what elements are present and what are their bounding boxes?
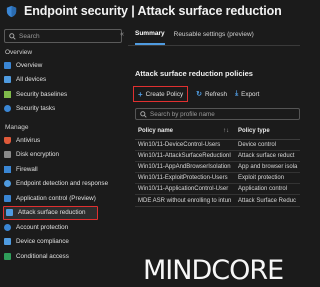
sidebar-item-label: Account protection <box>16 223 69 231</box>
policy-name-cell[interactable]: MDE ASR without enrolling to intun <box>135 194 235 207</box>
baseline-icon <box>4 90 11 98</box>
sidebar-item-label: Conditional access <box>16 252 69 260</box>
compliance-icon <box>4 238 11 246</box>
sidebar-item-all-devices[interactable]: All devices <box>0 73 126 88</box>
asr-icon <box>6 209 13 217</box>
toolbar: + Create Policy ↻ Refresh ⤓ Export <box>128 86 300 102</box>
policy-type-cell: Attack surface reduct <box>235 150 300 162</box>
tab-reusable-settings[interactable]: Reusable settings (preview) <box>174 25 254 44</box>
sidebar-item-firewall[interactable]: Firewall <box>0 162 126 177</box>
sidebar-item-device-compliance[interactable]: Device compliance <box>0 235 126 250</box>
search-icon <box>9 32 16 40</box>
sidebar-item-label: Attack surface reduction <box>18 209 86 217</box>
sidebar-item-overview[interactable]: Overview <box>0 58 126 73</box>
firewall-icon <box>4 165 11 173</box>
plus-icon: + <box>138 89 143 99</box>
collapse-sidebar-icon[interactable]: « <box>120 31 124 38</box>
create-policy-label: Create Policy <box>145 90 184 98</box>
column-header-label: Policy name <box>138 128 174 135</box>
title-bar: Endpoint security | Attack surface reduc… <box>0 0 300 22</box>
disk-encryption-icon <box>4 151 11 159</box>
policy-type-cell: Attack Surface Reduc <box>235 194 300 207</box>
sidebar-item-label: Application control (Preview) <box>16 194 96 202</box>
account-protection-icon <box>4 223 11 231</box>
overview-icon <box>4 61 11 69</box>
section-heading: Attack surface reduction policies <box>135 69 253 78</box>
table-row[interactable]: Win10/11-ExploitProtection-Users Exploit… <box>135 172 300 185</box>
sidebar-item-label: Overview <box>16 61 43 69</box>
table-row[interactable]: Win10/11-ApplicationControl-User Applica… <box>135 183 300 196</box>
sidebar-item-edr[interactable]: Endpoint detection and response <box>0 177 126 192</box>
export-label: Export <box>241 90 260 98</box>
sidebar-item-label: All devices <box>16 76 47 84</box>
refresh-label: Refresh <box>205 90 228 98</box>
profile-search-placeholder: Search by profile name <box>150 110 215 118</box>
policy-name-cell[interactable]: Win10/11-DeviceControl-Users <box>135 139 235 151</box>
sidebar-item-label: Device compliance <box>16 238 69 246</box>
refresh-button[interactable]: ↻ Refresh <box>196 90 228 99</box>
profile-search-input[interactable]: Search by profile name <box>135 108 300 120</box>
sort-icon[interactable]: ↑↓ <box>223 128 229 134</box>
table-header-row: Policy name ↑↓ Policy type <box>135 124 300 140</box>
policy-name-cell[interactable]: Win10/11-AppAndBrowserIsolation <box>135 161 235 174</box>
conditional-access-icon <box>4 252 11 260</box>
policy-name-cell[interactable]: Win10/11-AttackSurfaceReductionI <box>135 150 235 162</box>
tasks-icon <box>4 105 11 113</box>
create-policy-button[interactable]: + Create Policy <box>133 86 189 102</box>
sidebar-item-label: Antivirus <box>16 136 41 144</box>
table-row[interactable]: MDE ASR without enrolling to intun Attac… <box>135 194 300 207</box>
policy-name-cell[interactable]: Win10/11-ExploitProtection-Users <box>135 172 235 185</box>
table-row[interactable]: Win10/11-AppAndBrowserIsolation App and … <box>135 161 300 174</box>
sidebar-item-attack-surface-reduction[interactable]: Attack surface reduction <box>3 205 98 220</box>
table-row[interactable]: Win10/11-DeviceControl-Users Device cont… <box>135 139 300 151</box>
page-title: Endpoint security | Attack surface reduc… <box>24 4 282 18</box>
sidebar-item-conditional-access[interactable]: Conditional access <box>0 249 126 264</box>
sidebar-item-label: Firewall <box>16 165 38 173</box>
sidebar-item-account-protection[interactable]: Account protection <box>0 220 126 235</box>
sidebar-item-label: Security baselines <box>16 90 68 98</box>
policy-type-cell: Application control <box>235 183 300 196</box>
watermark: MINDCORE <box>143 255 284 286</box>
sidebar-item-label: Disk encryption <box>16 151 60 159</box>
tab-summary[interactable]: Summary <box>135 24 165 45</box>
export-button[interactable]: ⤓ Export <box>235 90 259 98</box>
devices-icon <box>4 76 11 84</box>
refresh-icon: ↻ <box>196 91 202 98</box>
policy-name-cell[interactable]: Win10/11-ApplicationControl-User <box>135 183 235 196</box>
sidebar-item-antivirus[interactable]: Antivirus <box>0 133 126 148</box>
main-content: Summary Reusable settings (preview) Atta… <box>128 24 300 287</box>
endpoint-security-icon <box>6 5 17 17</box>
search-icon <box>140 110 147 118</box>
app-control-icon <box>4 194 11 202</box>
sidebar: Search « Overview Overview All devices S… <box>0 24 126 287</box>
policy-type-cell: App and browser isola <box>235 161 300 174</box>
column-header-policy-name[interactable]: Policy name ↑↓ <box>135 124 235 140</box>
sidebar-item-label: Security tasks <box>16 105 56 113</box>
section-label-overview: Overview <box>5 49 33 56</box>
tab-bar: Summary Reusable settings (preview) <box>128 24 300 46</box>
column-header-policy-type[interactable]: Policy type <box>235 124 300 140</box>
policy-type-cell: Exploit protection <box>235 172 300 185</box>
sidebar-item-application-control[interactable]: Application control (Preview) <box>0 191 126 206</box>
edr-icon <box>4 180 11 188</box>
sidebar-item-security-baselines[interactable]: Security baselines <box>0 87 126 102</box>
sidebar-item-disk-encryption[interactable]: Disk encryption <box>0 148 126 163</box>
antivirus-icon <box>4 136 11 144</box>
section-label-manage: Manage <box>5 124 29 131</box>
sidebar-search-placeholder: Search <box>19 32 40 40</box>
download-icon: ⤓ <box>235 90 239 97</box>
sidebar-search-input[interactable]: Search <box>4 29 122 43</box>
sidebar-item-security-tasks[interactable]: Security tasks <box>0 102 126 117</box>
sidebar-item-label: Endpoint detection and response <box>16 180 109 188</box>
table-row[interactable]: Win10/11-AttackSurfaceReductionI Attack … <box>135 150 300 162</box>
policy-table: Policy name ↑↓ Policy type Win10/11-Devic… <box>135 124 300 207</box>
policy-type-cell: Device control <box>235 139 300 151</box>
